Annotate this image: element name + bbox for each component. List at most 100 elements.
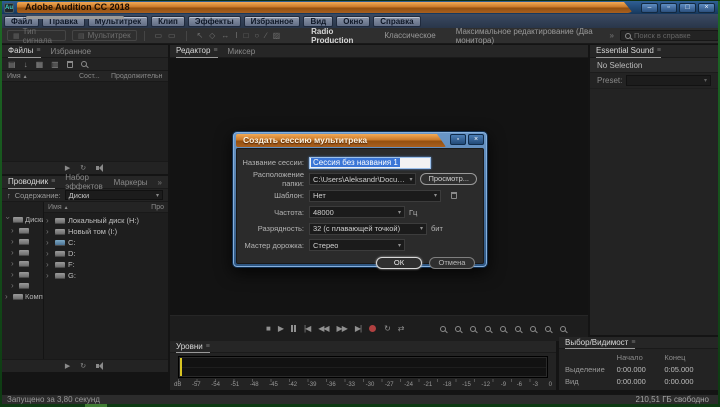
view-end-value[interactable]: 0:00.000 xyxy=(664,377,712,386)
tab-editor[interactable]: Редактор ≡ xyxy=(176,45,218,58)
waveform-view-button[interactable]: ▦ Тип сигнала xyxy=(7,30,66,41)
caret-icon[interactable]: › xyxy=(46,249,52,258)
go-to-start-button[interactable]: |◀ xyxy=(304,324,310,333)
caret-expanded-icon[interactable]: › xyxy=(4,217,13,223)
tree-root-drives[interactable]: ›Диски xyxy=(2,214,43,225)
column-duration[interactable]: Про xyxy=(151,204,164,211)
reset-zoom-icon[interactable] xyxy=(500,326,506,332)
dialog-titlebar[interactable]: Создать сессию мультитрека ▫ × xyxy=(236,134,484,148)
play-button[interactable]: ▶ xyxy=(278,324,283,333)
panel-menu-icon[interactable]: ≡ xyxy=(657,47,661,54)
import-file-icon[interactable]: ↓ xyxy=(24,60,28,69)
bit-depth-dropdown[interactable]: 32 (с плавающей точкой) ▾ xyxy=(309,223,427,235)
scrollbar-thumb[interactable] xyxy=(26,16,124,19)
tab-mixer[interactable]: Миксер xyxy=(228,45,256,58)
master-track-dropdown[interactable]: Стерео ▾ xyxy=(309,239,405,251)
caret-icon[interactable]: › xyxy=(11,248,17,257)
zoom-selection-right-icon[interactable] xyxy=(545,326,551,332)
zoom-out-amplitude-icon[interactable] xyxy=(485,326,491,332)
files-search-icon[interactable] xyxy=(81,61,87,67)
session-name-input[interactable]: Сессия без названия 1 xyxy=(309,157,431,169)
dialog-help-button[interactable]: ▫ xyxy=(450,134,466,145)
pencil-tool-icon[interactable]: ∕ xyxy=(265,31,266,40)
tab-explorer[interactable]: Проводник ≡ xyxy=(8,176,55,189)
column-status[interactable]: Сост... xyxy=(79,73,107,80)
selection-end-value[interactable]: 0:05.000 xyxy=(664,365,712,374)
caret-icon[interactable]: › xyxy=(11,226,17,235)
tab-favorites[interactable]: Избранное xyxy=(51,45,92,58)
menu-item[interactable]: Вид xyxy=(303,16,333,27)
template-dropdown[interactable]: Нет ▾ xyxy=(309,190,441,202)
menu-item[interactable]: Эффекты xyxy=(188,16,241,27)
view-start-value[interactable]: 0:00.000 xyxy=(617,377,665,386)
workspace-button[interactable]: Классическое xyxy=(384,31,435,40)
tab-levels[interactable]: Уровни ≡ xyxy=(176,341,210,353)
workspace-button[interactable]: Radio Production xyxy=(311,27,364,45)
tab-selection-view[interactable]: Выбор/Видимост ≡ xyxy=(565,337,635,349)
lasso-tool-icon[interactable]: ○ xyxy=(254,31,259,40)
drive-row[interactable]: ›C: xyxy=(44,237,168,248)
drive-row[interactable]: ›F: xyxy=(44,259,168,270)
contents-dropdown[interactable]: Диски ▾ xyxy=(65,190,163,200)
zoom-in-time-icon[interactable] xyxy=(440,326,446,332)
record-button[interactable] xyxy=(369,325,376,332)
cancel-button[interactable]: Отмена xyxy=(429,257,475,269)
drive-row[interactable]: ›D: xyxy=(44,248,168,259)
tab-files[interactable]: Файлы ≡ xyxy=(8,45,41,58)
loop-playback-button[interactable]: ↻ xyxy=(384,324,390,333)
tree-drive-row[interactable]: › xyxy=(2,225,43,236)
menu-item[interactable]: Справка xyxy=(373,16,420,27)
panel-overflow-chevron[interactable]: » xyxy=(158,178,162,187)
preview-loop-icon[interactable]: ↻ xyxy=(80,362,86,370)
text-tool-icon[interactable]: I xyxy=(235,31,237,40)
preview-play-icon[interactable]: ▶ xyxy=(65,164,70,172)
tab-essential-sound[interactable]: Essential Sound ≡ xyxy=(596,45,661,58)
drive-row[interactable]: ›G: xyxy=(44,270,168,281)
maximize-button[interactable]: □ xyxy=(679,3,696,13)
menu-item[interactable]: Избранное xyxy=(244,16,301,27)
multitrack-view-button[interactable]: ▤ Мультитрек xyxy=(72,30,137,41)
sample-rate-dropdown[interactable]: 48000 ▾ xyxy=(309,206,405,218)
selection-start-value[interactable]: 0:00.000 xyxy=(617,365,665,374)
drive-row[interactable]: ›Локальный диск (H:) xyxy=(44,215,168,226)
monitor2-icon[interactable]: ▭ xyxy=(168,31,176,40)
panel-menu-icon[interactable]: ≡ xyxy=(36,47,40,54)
go-to-end-button[interactable]: ▶| xyxy=(355,324,361,333)
menu-item[interactable]: Окно xyxy=(336,16,370,27)
razor-tool-icon[interactable]: ◇ xyxy=(209,31,215,40)
folder-location-dropdown[interactable]: C:\Users\Aleksandr\Documents\Adobe\... ▾ xyxy=(309,173,416,185)
workspace-overflow-chevron[interactable]: » xyxy=(610,31,614,40)
trash-icon[interactable] xyxy=(67,61,73,68)
autoplay-speaker-icon[interactable] xyxy=(96,164,105,172)
preview-play-icon[interactable]: ▶ xyxy=(65,362,70,370)
tab-effects-rack[interactable]: Набор эффектов xyxy=(65,176,103,189)
media-type-icon[interactable]: ▥ xyxy=(51,60,59,69)
zoom-out-time-icon[interactable] xyxy=(455,326,461,332)
caret-icon[interactable]: › xyxy=(46,238,52,247)
caret-icon[interactable]: › xyxy=(11,237,17,246)
column-name[interactable]: Имя ▲ xyxy=(7,73,75,80)
tree-computer-row[interactable]: ›Компьютер xyxy=(2,291,43,302)
ok-button[interactable]: ОК xyxy=(376,257,422,269)
tree-drive-row[interactable]: › xyxy=(2,258,43,269)
new-item-icon[interactable]: ▦ xyxy=(36,60,44,69)
open-file-icon[interactable]: ▤ xyxy=(8,60,16,69)
move-tool-icon[interactable]: ↖ xyxy=(196,31,203,40)
caret-icon[interactable]: › xyxy=(11,259,17,268)
slip-tool-icon[interactable]: ↔ xyxy=(221,31,229,40)
monitor-icon[interactable]: ▭ xyxy=(154,31,162,40)
restore-button[interactable]: ▫ xyxy=(660,3,677,13)
minimize-button[interactable]: – xyxy=(641,3,658,13)
caret-icon[interactable]: › xyxy=(46,227,52,236)
panel-menu-icon[interactable]: ≡ xyxy=(213,47,217,54)
tree-drive-row[interactable]: › xyxy=(2,236,43,247)
preset-dropdown[interactable]: ▾ xyxy=(626,75,711,86)
eraser-tool-icon[interactable]: ▨ xyxy=(273,31,281,40)
caret-icon[interactable]: › xyxy=(5,292,11,301)
panel-menu-icon[interactable]: ≡ xyxy=(51,178,55,185)
tab-markers[interactable]: Маркеры xyxy=(114,176,148,189)
drive-list[interactable]: ›Локальный диск (H:)›Новый том (I:)›C:›D… xyxy=(44,213,168,359)
close-button[interactable]: × xyxy=(698,3,715,13)
browse-button[interactable]: Просмотр... xyxy=(420,173,477,185)
dialog-close-button[interactable]: × xyxy=(468,134,484,145)
